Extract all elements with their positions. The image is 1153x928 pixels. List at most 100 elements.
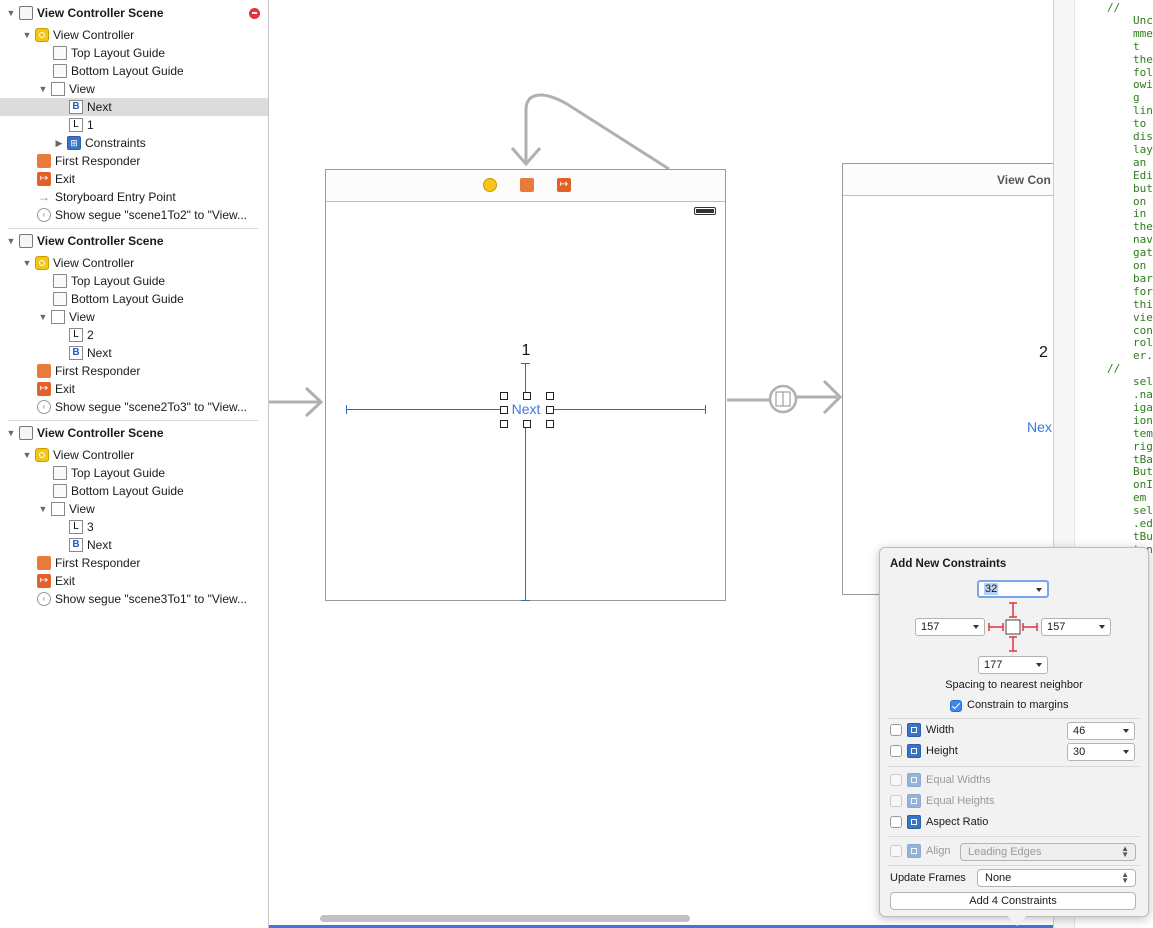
resize-handle[interactable] [500,392,508,400]
code-line: on [1133,259,1147,272]
outline-item-bottom-layout-guide[interactable]: Bottom Layout Guide [0,482,268,500]
outline-item-bottom-layout-guide[interactable]: Bottom Layout Guide [0,290,268,308]
item-label: View Controller [53,448,135,462]
code-line: view [1133,310,1153,324]
chevron-down-icon[interactable] [973,625,979,629]
equal-heights-label: Equal Heights [926,795,995,807]
outline-scene-header[interactable]: ▼ View Controller Scene [0,424,268,442]
chevron-down-icon[interactable] [1123,729,1129,733]
outline-item-segue[interactable]: ‹ Show segue "scene3To1" to "View... [0,590,268,608]
leading-spacing-field[interactable]: 157 [915,618,985,636]
resize-handle[interactable] [546,406,554,414]
resize-handle[interactable] [523,392,531,400]
disclosure-open-icon[interactable]: ▼ [6,8,16,18]
code-line: bar [1133,271,1153,285]
outline-item-first-responder[interactable]: First Responder [0,362,268,380]
outline-item-exit[interactable]: ↦ Exit [0,572,268,590]
code-line: cont [1133,323,1153,337]
horizontal-scrollbar[interactable] [320,915,690,922]
aspect-ratio-checkbox[interactable] [890,816,902,828]
update-frames-popup[interactable]: None ▲ ▼ [977,869,1136,887]
chevron-down-icon[interactable] [1036,588,1042,592]
scene1-frame[interactable]: ↦ 1 Next [325,169,726,601]
outline-item-label[interactable]: L 1 [0,116,268,134]
code-line: t [1133,39,1140,53]
item-label: Storyboard Entry Point [55,190,176,204]
exit-icon[interactable]: ↦ [557,178,571,192]
view-controller-icon[interactable] [483,178,497,192]
disclosure-open-icon[interactable]: ▼ [6,428,16,438]
top-spacing-field[interactable]: 32 [977,580,1049,598]
outline-item-top-layout-guide[interactable]: Top Layout Guide [0,464,268,482]
trailing-spacing-field[interactable]: 157 [1041,618,1111,636]
outline-item-segue[interactable]: ‹ Show segue "scene1To2" to "View... [0,206,268,224]
outline-item-first-responder[interactable]: First Responder [0,554,268,572]
outline-item-label[interactable]: L 2 [0,326,268,344]
add-constraints-button[interactable]: Add 4 Constraints [890,892,1136,910]
height-field[interactable]: 30 [1067,743,1135,761]
align-popup[interactable]: Leading Edges ▲ ▼ [960,843,1136,861]
outline-item-view-controller[interactable]: ▼ View Controller [0,446,268,464]
disclosure-open-icon[interactable]: ▼ [22,450,32,460]
chevron-down-icon[interactable] [1036,663,1042,667]
outline-item-exit[interactable]: ↦ Exit [0,170,268,188]
outline-item-view[interactable]: ▼ View [0,80,268,98]
bottom-spacing-field[interactable]: 177 [978,656,1048,674]
width-checkbox[interactable] [890,724,902,736]
scene2-frame[interactable]: View Con 2 Nex [842,163,1053,595]
scene1-number-label[interactable]: 1 [516,342,536,360]
constrain-to-margins-checkbox[interactable] [950,700,962,712]
outline-item-view[interactable]: ▼ View [0,500,268,518]
outline-item-next-button[interactable]: B Next [0,344,268,362]
label-icon: L [69,118,83,132]
outline-item-next-button[interactable]: B Next [0,536,268,554]
disclosure-open-icon[interactable]: ▼ [22,30,32,40]
resize-handle[interactable] [546,392,554,400]
chevron-down-icon[interactable] [1123,750,1129,754]
outline-item-top-layout-guide[interactable]: Top Layout Guide [0,44,268,62]
outline-item-view-controller[interactable]: ▼ View Controller [0,26,268,44]
height-checkbox[interactable] [890,745,902,757]
disclosure-open-icon[interactable]: ▼ [6,236,16,246]
resize-handle[interactable] [523,420,531,428]
outline-scene-header[interactable]: ▼ View Controller Scene [0,4,268,22]
outline-item-entry-point[interactable]: → Storyboard Entry Point [0,188,268,206]
update-frames-value: None [985,872,1012,884]
disclosure-open-icon[interactable]: ▼ [38,84,48,94]
outline-item-top-layout-guide[interactable]: Top Layout Guide [0,272,268,290]
width-field[interactable]: 46 [1067,722,1135,740]
aspect-ratio-label[interactable]: Aspect Ratio [926,816,988,828]
scene2-next-button[interactable]: Nex [1027,419,1052,435]
outline-item-bottom-layout-guide[interactable]: Bottom Layout Guide [0,62,268,80]
outline-scene-header[interactable]: ▼ View Controller Scene [0,232,268,250]
disclosure-open-icon[interactable]: ▼ [38,312,48,322]
error-stop-icon[interactable] [249,7,260,19]
view-icon [51,82,65,96]
resize-handle[interactable] [500,406,508,414]
resize-handle[interactable] [500,420,508,428]
constrain-to-margins-label[interactable]: Constrain to margins [967,699,1069,711]
code-line: self [1133,375,1153,389]
outline-item-first-responder[interactable]: First Responder [0,152,268,170]
scene2-number-label[interactable]: 2 [1039,344,1048,362]
disclosure-open-icon[interactable]: ▼ [22,258,32,268]
align-checkbox[interactable] [890,845,902,857]
outline-item-view[interactable]: ▼ View [0,308,268,326]
outline-item-view-controller[interactable]: ▼ View Controller [0,254,268,272]
chevron-down-icon[interactable] [1099,625,1105,629]
code-line: foll [1133,65,1153,79]
resize-handle[interactable] [546,420,554,428]
outline-item-constraints[interactable]: ▶ ⊞ Constraints [0,134,268,152]
equal-heights-checkbox[interactable] [890,795,902,807]
outline-item-label[interactable]: L 3 [0,518,268,536]
outline-item-next-button[interactable]: B Next [0,98,268,116]
outline-item-exit[interactable]: ↦ Exit [0,380,268,398]
height-label[interactable]: Height [926,745,958,757]
first-responder-icon[interactable] [520,178,534,192]
equal-widths-checkbox[interactable] [890,774,902,786]
disclosure-open-icon[interactable]: ▼ [38,504,48,514]
code-line: roll [1133,336,1153,350]
outline-item-segue[interactable]: ‹ Show segue "scene2To3" to "View... [0,398,268,416]
disclosure-closed-icon[interactable]: ▶ [54,138,64,148]
width-label[interactable]: Width [926,724,954,736]
